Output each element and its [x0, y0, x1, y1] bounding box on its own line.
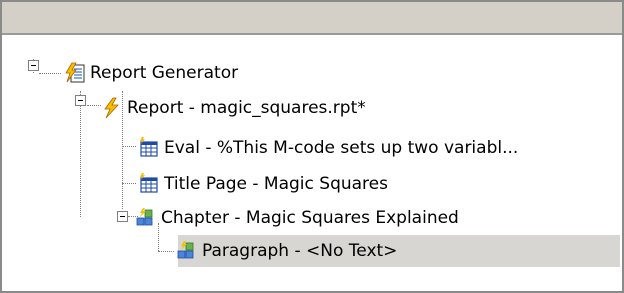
- collapse-toggle[interactable]: [28, 60, 39, 71]
- tree-node-label: Chapter - Magic Squares Explained: [161, 208, 459, 228]
- tree-line: [122, 146, 136, 148]
- table-grid-icon: [140, 173, 158, 193]
- tree-line: [87, 105, 101, 107]
- tree-node-label: Report Generator: [90, 63, 239, 83]
- tree-line: [39, 73, 61, 75]
- tree-node-report-generator[interactable]: Report Generator: [64, 57, 244, 89]
- tree-line: [80, 91, 82, 217]
- tree-node-eval[interactable]: Eval - %This M-code sets up two variabl.…: [138, 132, 524, 164]
- report-tree[interactable]: Report Generator Report - magic_squares.…: [2, 35, 622, 291]
- tree-node-label: Paragraph - <No Text>: [202, 241, 398, 261]
- tree-node-paragraph[interactable]: Paragraph - <No Text>: [176, 235, 403, 267]
- tree-line: [122, 183, 136, 185]
- tree-node-chapter[interactable]: Chapter - Magic Squares Explained: [135, 202, 465, 234]
- tree-node-title-page[interactable]: Title Page - Magic Squares: [138, 168, 394, 200]
- panel-header: [2, 2, 622, 35]
- tree-node-report[interactable]: Report - magic_squares.rpt*: [101, 92, 372, 124]
- collapse-toggle[interactable]: [75, 95, 86, 106]
- report-generator-icon: [65, 62, 85, 83]
- paragraph-component-icon: [177, 241, 194, 259]
- tree-node-label: Title Page - Magic Squares: [164, 174, 388, 194]
- tree-node-label: Eval - %This M-code sets up two variabl.…: [164, 138, 519, 158]
- tree-line: [158, 251, 174, 253]
- collapse-toggle[interactable]: [117, 211, 128, 222]
- chapter-component-icon: [136, 208, 153, 226]
- outline-panel: Report Generator Report - magic_squares.…: [0, 0, 624, 293]
- table-grid-icon: [140, 137, 158, 157]
- tree-node-label: Report - magic_squares.rpt*: [127, 98, 366, 118]
- lightning-icon: [104, 97, 119, 119]
